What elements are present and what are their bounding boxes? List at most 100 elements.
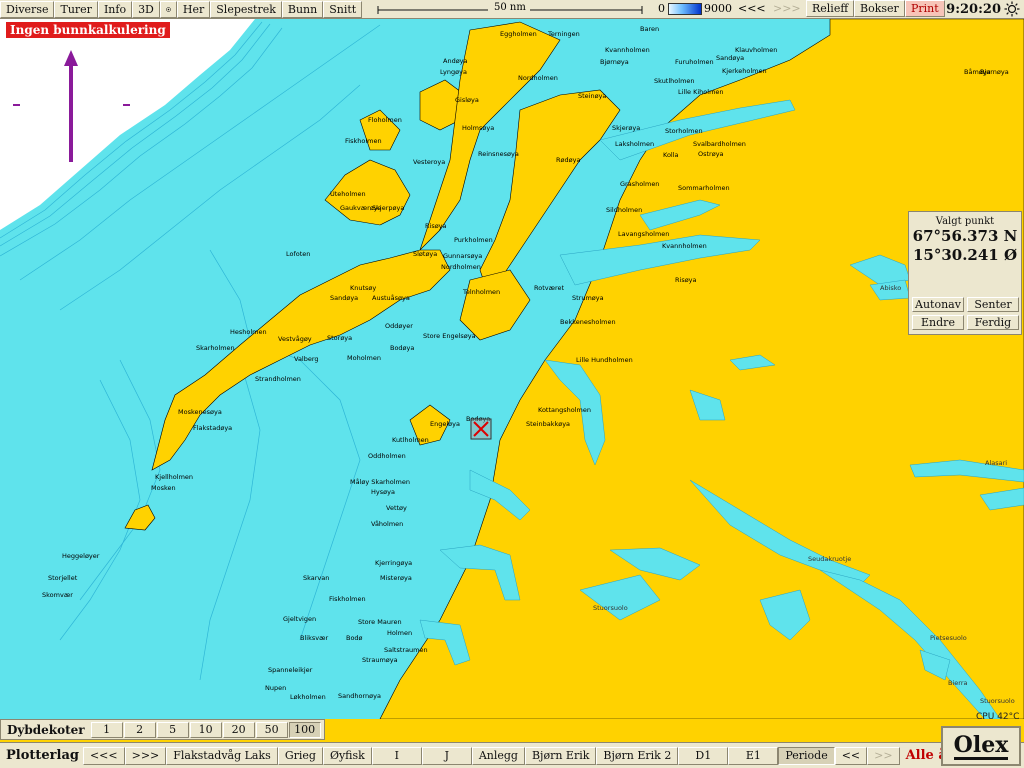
snitt-button[interactable]: Snitt — [323, 0, 363, 18]
turer-menu[interactable]: Turer — [54, 0, 98, 18]
layer-grieg[interactable]: Grieg — [277, 746, 323, 765]
layer-oyfisk[interactable]: Øyfisk — [322, 746, 372, 765]
depth-contour-20[interactable]: 20 — [222, 721, 255, 738]
map-label: Sildholmen — [606, 206, 642, 214]
senter-button[interactable]: Senter — [967, 297, 1019, 312]
map-label: Saltstraumen — [384, 646, 428, 654]
print-button[interactable]: Print — [905, 0, 945, 17]
period-next-button[interactable]: >> — [867, 746, 900, 765]
depth-contour-100[interactable]: 100 — [288, 721, 321, 738]
map-label: Knutsøy — [350, 284, 376, 292]
cpu-temperature: CPU 42°C — [976, 712, 1020, 722]
depth-contour-bar: Dybdekoter 1 2 5 10 20 50 100 — [0, 719, 325, 740]
map-label: Lyngøya — [440, 68, 467, 76]
layer-j[interactable]: J — [421, 746, 472, 765]
depth-min: 0 — [658, 2, 665, 15]
map-label: Nupen — [265, 684, 286, 692]
slepestrek-button[interactable]: Slepestrek — [210, 0, 282, 18]
layer-i[interactable]: I — [371, 746, 422, 765]
her-button[interactable]: Her — [176, 0, 211, 18]
no-bottom-calculation-warning: Ingen bunnkalkulering — [6, 22, 170, 38]
map-label: Kutlholmen — [392, 436, 429, 444]
map-label: Gisløya — [455, 96, 479, 104]
chart-map[interactable]: Eggholmen Terningen Baren Klauvholmen Kv… — [0, 19, 1024, 719]
map-label: Kjellholmen — [155, 473, 193, 481]
layers-forward-button[interactable]: >>> — [124, 746, 167, 765]
ferdig-button[interactable]: Ferdig — [967, 315, 1019, 330]
three-d-button[interactable]: 3D — [132, 0, 160, 18]
depth-max: 9000 — [704, 2, 732, 15]
map-label: Bjørnøya — [980, 68, 1009, 76]
map-label: Sommarholmen — [678, 184, 730, 192]
map-label: Eggholmen — [500, 30, 537, 38]
depth-contour-10[interactable]: 10 — [189, 721, 222, 738]
map-label: Baren — [640, 25, 659, 33]
map-label: Telnholmen — [462, 288, 500, 296]
layer-bjorn-erik[interactable]: Bjørn Erik — [524, 746, 597, 765]
map-label: Andøya — [443, 57, 468, 65]
map-label: Storjellet — [48, 574, 78, 582]
map-label: Hesholmen — [230, 328, 267, 336]
olex-logo: Olex — [941, 726, 1021, 766]
scroll-back-button[interactable]: <<< — [738, 2, 766, 15]
map-label: Sløtøya — [413, 250, 437, 258]
map-label: Storholmen — [665, 127, 703, 135]
map-label: Oddøyer — [385, 322, 413, 330]
selected-point-panel: Valgt punkt 67°56.373 N 15°30.241 Ø Auto… — [908, 211, 1022, 335]
map-label: Gunnarsøya — [443, 252, 482, 260]
map-label: Laksholmen — [615, 140, 654, 148]
autonav-button[interactable]: Autonav — [912, 297, 964, 312]
map-label: Moholmen — [347, 354, 381, 362]
layer-d1[interactable]: D1 — [678, 746, 729, 765]
map-label: Skjerøya — [612, 124, 640, 132]
map-label: Ostrøya — [698, 150, 724, 158]
map-label: Fiskholmen — [345, 137, 382, 145]
layers-back-button[interactable]: <<< — [82, 746, 125, 765]
map-label: Bekkenesholmen — [560, 318, 616, 326]
diverse-menu[interactable]: Diverse — [0, 0, 55, 18]
relieff-button[interactable]: Relieff — [806, 0, 855, 17]
map-label: Sandøya — [716, 54, 744, 62]
map-label: Pietsesuolo — [930, 634, 967, 642]
panel-title: Valgt punkt — [935, 216, 995, 227]
map-label: Storøya — [327, 334, 352, 342]
depth-contour-2[interactable]: 2 — [123, 721, 156, 738]
layer-anlegg[interactable]: Anlegg — [471, 746, 525, 765]
map-label: Skarholmen — [196, 344, 235, 352]
map-label: Rotværet — [534, 284, 565, 292]
map-label: Sandhornøya — [338, 692, 381, 700]
map-label: Lille Hundholmen — [576, 356, 633, 364]
depth-color-scale[interactable] — [668, 3, 702, 15]
info-menu[interactable]: Info — [97, 0, 133, 18]
depth-contour-5[interactable]: 5 — [156, 721, 189, 738]
map-label: Hysøya — [371, 488, 395, 496]
endre-button[interactable]: Endre — [912, 315, 964, 330]
period-prev-button[interactable]: << — [834, 746, 868, 765]
depth-contour-title: Dybdekoter — [7, 722, 85, 737]
map-label: Store Engelsøya — [423, 332, 476, 340]
plotter-layer-bar: Plotterlag <<< >>> Flakstadvåg Laks Grie… — [0, 742, 1024, 768]
layer-bjorn-erik-2[interactable]: Bjørn Erik 2 — [596, 746, 679, 765]
map-label: Bodøya — [390, 344, 414, 352]
depth-contour-1[interactable]: 1 — [90, 721, 123, 738]
time-display: 9:20:20 — [946, 1, 1001, 17]
map-label: Risøya — [425, 222, 447, 230]
target-icon[interactable] — [159, 0, 177, 18]
map-label: Lavangsholmen — [618, 230, 669, 238]
layer-flakstadvag-laks[interactable]: Flakstadvåg Laks — [166, 746, 278, 765]
scroll-forward-button[interactable]: >>> — [773, 2, 801, 15]
map-label: Vesteroya — [413, 158, 445, 166]
map-label: Kolla — [663, 151, 679, 159]
layer-e1[interactable]: E1 — [728, 746, 779, 765]
periode-button[interactable]: Periode — [778, 746, 835, 765]
map-label: Kottangsholmen — [538, 406, 591, 414]
depth-contour-50[interactable]: 50 — [255, 721, 288, 738]
bokser-button[interactable]: Bokser — [854, 0, 905, 17]
latitude-display: 67°56.373 N — [912, 227, 1018, 245]
map-label: Fiskholmen — [329, 595, 366, 603]
bunn-menu[interactable]: Bunn — [281, 0, 324, 18]
map-label: Alasari — [985, 459, 1007, 467]
map-label: Bjørnøya — [600, 58, 629, 66]
map-label: Skjerpøya — [372, 204, 404, 212]
map-label: Valberg — [294, 355, 319, 363]
